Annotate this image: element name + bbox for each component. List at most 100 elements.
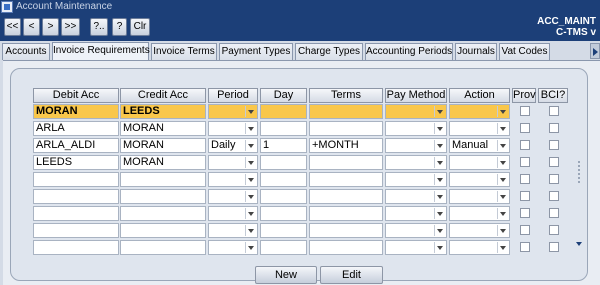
credit-acc-cell[interactable]: MORAN (120, 138, 206, 153)
prov-checkbox[interactable] (520, 225, 530, 235)
day-cell[interactable] (260, 172, 307, 187)
action-select[interactable] (449, 172, 510, 187)
period-select[interactable] (208, 223, 258, 238)
vertical-scrollbar[interactable] (575, 104, 584, 248)
pay-method-select[interactable] (385, 223, 447, 238)
last-record-button[interactable]: >> (61, 18, 80, 36)
prov-checkbox[interactable] (520, 174, 530, 184)
pay-method-select[interactable] (385, 138, 447, 153)
credit-acc-cell[interactable] (120, 240, 206, 255)
period-select[interactable]: Daily (208, 138, 258, 153)
day-cell[interactable] (260, 104, 307, 119)
debit-acc-cell[interactable]: ARLA_ALDI (33, 138, 119, 153)
debit-acc-cell[interactable] (33, 223, 119, 238)
bci-checkbox[interactable] (549, 191, 559, 201)
terms-cell[interactable] (309, 172, 383, 187)
debit-acc-cell[interactable]: LEEDS (33, 155, 119, 170)
day-cell[interactable] (260, 206, 307, 221)
period-select[interactable] (208, 240, 258, 255)
action-select[interactable] (449, 104, 510, 119)
credit-acc-cell[interactable] (120, 223, 206, 238)
action-select[interactable] (449, 155, 510, 170)
action-select[interactable] (449, 223, 510, 238)
terms-cell[interactable]: +MONTH (309, 138, 383, 153)
prov-checkbox[interactable] (520, 157, 530, 167)
terms-cell[interactable] (309, 240, 383, 255)
debit-acc-cell[interactable] (33, 172, 119, 187)
period-select[interactable] (208, 206, 258, 221)
pay-method-select[interactable] (385, 172, 447, 187)
bci-checkbox[interactable] (549, 106, 559, 116)
bci-checkbox[interactable] (549, 225, 559, 235)
debit-acc-cell[interactable] (33, 206, 119, 221)
day-cell[interactable] (260, 240, 307, 255)
terms-cell[interactable] (309, 155, 383, 170)
credit-acc-cell[interactable] (120, 206, 206, 221)
credit-acc-cell[interactable]: MORAN (120, 155, 206, 170)
period-select[interactable] (208, 189, 258, 204)
tab-accounting-periods[interactable]: Accounting Periods (365, 43, 453, 60)
pay-method-select[interactable] (385, 121, 447, 136)
terms-cell[interactable] (309, 104, 383, 119)
prov-checkbox[interactable] (520, 140, 530, 150)
pay-method-select[interactable] (385, 155, 447, 170)
day-cell[interactable] (260, 189, 307, 204)
help-button[interactable]: ? (112, 18, 127, 36)
query-button[interactable]: ?.. (90, 18, 108, 36)
prov-checkbox[interactable] (520, 123, 530, 133)
action-select[interactable] (449, 121, 510, 136)
previous-record-button[interactable]: < (23, 18, 40, 36)
prov-checkbox[interactable] (520, 208, 530, 218)
pay-method-select[interactable] (385, 104, 447, 119)
tab-scroll-right-icon[interactable] (590, 43, 600, 59)
first-record-button[interactable]: << (4, 18, 21, 36)
period-select[interactable] (208, 155, 258, 170)
period-select[interactable] (208, 121, 258, 136)
tab-charge-types[interactable]: Charge Types (295, 43, 363, 60)
prov-checkbox[interactable] (520, 106, 530, 116)
bci-checkbox[interactable] (549, 208, 559, 218)
new-button[interactable]: New (255, 266, 317, 284)
action-select[interactable] (449, 206, 510, 221)
day-cell[interactable] (260, 223, 307, 238)
pay-method-select[interactable] (385, 189, 447, 204)
bci-checkbox[interactable] (549, 174, 559, 184)
day-cell[interactable] (260, 121, 307, 136)
clear-button[interactable]: Clr (130, 18, 150, 36)
debit-acc-cell[interactable]: MORAN (33, 104, 119, 119)
credit-acc-cell[interactable]: MORAN (120, 121, 206, 136)
pay-method-select[interactable] (385, 240, 447, 255)
tab-invoice-terms[interactable]: Invoice Terms (151, 43, 217, 60)
credit-acc-cell[interactable]: LEEDS (120, 104, 206, 119)
credit-acc-cell[interactable] (120, 172, 206, 187)
scroll-grip-icon[interactable] (575, 159, 584, 189)
action-select[interactable] (449, 240, 510, 255)
edit-button[interactable]: Edit (320, 266, 383, 284)
pay-method-select[interactable] (385, 206, 447, 221)
period-select[interactable] (208, 172, 258, 187)
next-record-button[interactable]: > (42, 18, 59, 36)
prov-checkbox[interactable] (520, 191, 530, 201)
scroll-down-icon[interactable] (575, 240, 584, 248)
debit-acc-cell[interactable] (33, 189, 119, 204)
bci-checkbox[interactable] (549, 157, 559, 167)
terms-cell[interactable] (309, 121, 383, 136)
terms-cell[interactable] (309, 189, 383, 204)
tab-payment-types[interactable]: Payment Types (219, 43, 293, 60)
action-select[interactable] (449, 189, 510, 204)
period-select[interactable] (208, 104, 258, 119)
day-cell[interactable] (260, 155, 307, 170)
day-cell[interactable]: 1 (260, 138, 307, 153)
bci-checkbox[interactable] (549, 123, 559, 133)
bci-checkbox[interactable] (549, 242, 559, 252)
terms-cell[interactable] (309, 223, 383, 238)
tab-journals[interactable]: Journals (455, 43, 497, 60)
prov-checkbox[interactable] (520, 242, 530, 252)
tab-accounts[interactable]: Accounts (2, 43, 50, 60)
terms-cell[interactable] (309, 206, 383, 221)
debit-acc-cell[interactable] (33, 240, 119, 255)
bci-checkbox[interactable] (549, 140, 559, 150)
action-select[interactable]: Manual (449, 138, 510, 153)
debit-acc-cell[interactable]: ARLA (33, 121, 119, 136)
credit-acc-cell[interactable] (120, 189, 206, 204)
